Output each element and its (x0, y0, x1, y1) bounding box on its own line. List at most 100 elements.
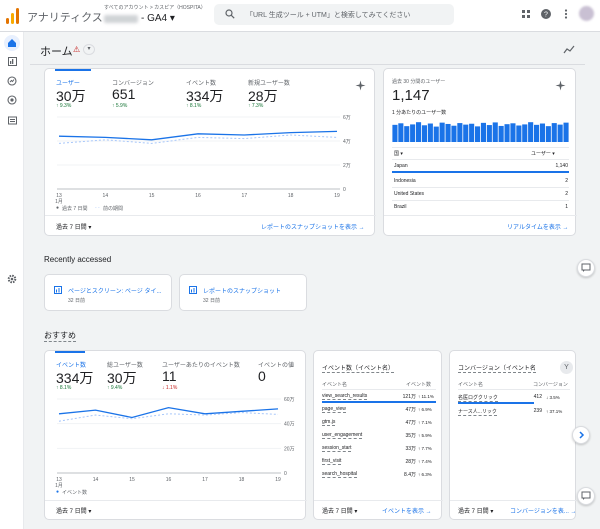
metric-change-new-users: ↑ 7.3% (248, 103, 264, 109)
conv-col-right: コンバージョン (533, 382, 568, 388)
table-row-country: Indonesia (394, 178, 416, 184)
realtime-bar (421, 125, 427, 142)
blurred-property-name (104, 14, 138, 23)
event-change-cell: ↑ 6.9% (418, 406, 432, 412)
recommend-line-chart: 60万40万20万013 14 15 16 17 18 191月 (55, 397, 295, 489)
date-range-selector[interactable]: 過去 7 日間 ▾ (322, 506, 357, 515)
y-tick-label: 20万 (284, 446, 295, 452)
realtime-bar (528, 122, 534, 142)
realtime-bar (539, 123, 545, 142)
realtime-bar (416, 122, 422, 142)
search-bar[interactable]: 「URL 生成ツール + UTM」と検索してみてください (214, 4, 454, 25)
event-change-cell: ↑ 7.4% (418, 458, 432, 464)
event-name-cell[interactable]: view_search_results (322, 393, 368, 400)
event-name-cell[interactable]: first_visit (322, 458, 342, 465)
chevron-right-icon (579, 431, 585, 439)
recent-item-card[interactable]: ページとスクリーン: ページ タイ... 32 日前 (44, 274, 172, 311)
filter-icon[interactable]: Y (560, 361, 573, 374)
realtime-bar (410, 124, 416, 142)
sparkle-icon[interactable] (355, 80, 366, 91)
events-col-left: イベント名 (322, 382, 348, 388)
date-range-selector[interactable]: 過去 7 日間 ▾ (458, 506, 493, 515)
account-path: すべてのアカウント > カスピア（HOSPITA） (104, 5, 206, 11)
avatar[interactable] (579, 6, 594, 21)
realtime-bar (534, 124, 540, 142)
x-tick-label: 15 (129, 477, 135, 483)
nav-advertising[interactable] (4, 92, 20, 108)
event-name-cell[interactable]: search_hospital (322, 471, 358, 478)
event-name-cell[interactable]: user_engagement (322, 432, 363, 439)
search-icon (225, 9, 235, 19)
event-name-cell[interactable]: page_view (322, 406, 346, 413)
help-icon[interactable]: ? (540, 8, 552, 20)
country-column-header[interactable]: 国 ▾ (394, 150, 403, 157)
account-selector[interactable]: すべてのアカウント > カスピア（HOSPITA） - GA4 ▾ (104, 4, 206, 24)
realtime-bar (563, 122, 569, 142)
events-col-right: イベント数 (406, 382, 432, 388)
y-tick-label: 4万 (343, 139, 351, 145)
series-line-previous (58, 412, 279, 422)
realtime-bar (522, 124, 528, 142)
realtime-bar (469, 123, 475, 142)
realtime-bar (392, 124, 398, 142)
event-change-cell: ↑ 6.3% (418, 471, 432, 477)
nav-admin[interactable] (4, 271, 20, 287)
realtime-bar (504, 124, 510, 142)
event-count-cell: 35万 (405, 433, 416, 439)
more-vert-icon[interactable] (560, 8, 572, 20)
page-title: ホーム (40, 46, 73, 58)
x-tick-label: 18 (288, 193, 294, 199)
sparkle-icon[interactable] (555, 80, 566, 91)
date-range-selector[interactable]: 過去 7 日間 ▾ (56, 222, 91, 231)
x-tick-label: 14 (103, 193, 109, 199)
realtime-bar (427, 123, 433, 142)
realtime-bar (451, 125, 457, 142)
realtime-card: 過去 30 分間のユーザー 1,147 1 分あたりのユーザー数 国 ▾ ユーザ… (383, 68, 577, 236)
conversion-name-cell[interactable]: ナース人...リック (458, 408, 497, 416)
warning-icon: ⚠ (73, 45, 81, 54)
view-events-link[interactable]: イベントを表示 → (382, 506, 432, 515)
table-row-country: Brazil (394, 204, 407, 210)
realtime-bar (445, 123, 451, 142)
next-arrow-button[interactable] (572, 426, 590, 444)
nav-reports[interactable] (4, 53, 20, 69)
apps-grid-icon[interactable] (520, 8, 532, 20)
rec-legend-marker: ● (56, 489, 60, 495)
x-tick-label: 19 (334, 193, 340, 199)
date-range-selector[interactable]: 過去 7 日間 ▾ (56, 506, 91, 515)
table-row-users: 1 (565, 204, 568, 210)
realtime-bar (551, 123, 557, 142)
event-count-cell: 33万 (405, 446, 416, 452)
conversion-change-cell: ↑ 37.1% (546, 408, 563, 414)
feedback-icon (581, 491, 591, 500)
view-realtime-link[interactable]: リアルタイムを表示 → (507, 222, 569, 231)
realtime-bar (457, 123, 463, 142)
event-name-cell[interactable]: session_start (322, 445, 352, 452)
legend-previous-marker: - - (95, 205, 100, 211)
feedback-button[interactable] (577, 259, 595, 277)
overview-card: ユーザー 30万 ↑ 9.3% コンバージョン 651 ↑ 5.9% イベント数… (44, 68, 376, 236)
feedback-button[interactable] (577, 487, 595, 505)
users-column-header[interactable]: ユーザー ▾ (531, 150, 555, 157)
feedback-icon (581, 263, 591, 272)
view-conversions-link[interactable]: コンバージョンを表... → (510, 506, 577, 515)
nav-explore[interactable] (4, 73, 20, 89)
home-dropdown-button[interactable]: ▾ (83, 44, 95, 55)
event-name-cell[interactable]: gtm.js (322, 419, 336, 426)
conversions-card: コンバージョン（イベント名 Y イベント名 コンバージョン 名医ログクリック 41… (449, 350, 577, 520)
x-tick-label: 17 (242, 193, 248, 199)
realtime-bar (516, 125, 522, 142)
legend-current: 過去 7 日間 (62, 206, 88, 212)
realtime-bar (463, 124, 469, 142)
x-tick-label: 15 (149, 193, 155, 199)
nav-configure[interactable] (4, 112, 20, 128)
recent-item-card[interactable]: レポートのスナップショット 32 日前 (179, 274, 307, 311)
recent-item-date: 32 日前 (203, 298, 220, 304)
nav-home[interactable] (4, 35, 20, 51)
conversion-name-cell[interactable]: 名医ログクリック (458, 394, 498, 402)
report-icon (189, 286, 197, 294)
analytics-logo[interactable] (6, 8, 20, 24)
insights-trend-icon[interactable] (563, 45, 575, 55)
view-snapshot-link[interactable]: レポートのスナップショットを表示 → (261, 222, 365, 231)
metric-change-users: ↑ 9.3% (56, 103, 72, 109)
